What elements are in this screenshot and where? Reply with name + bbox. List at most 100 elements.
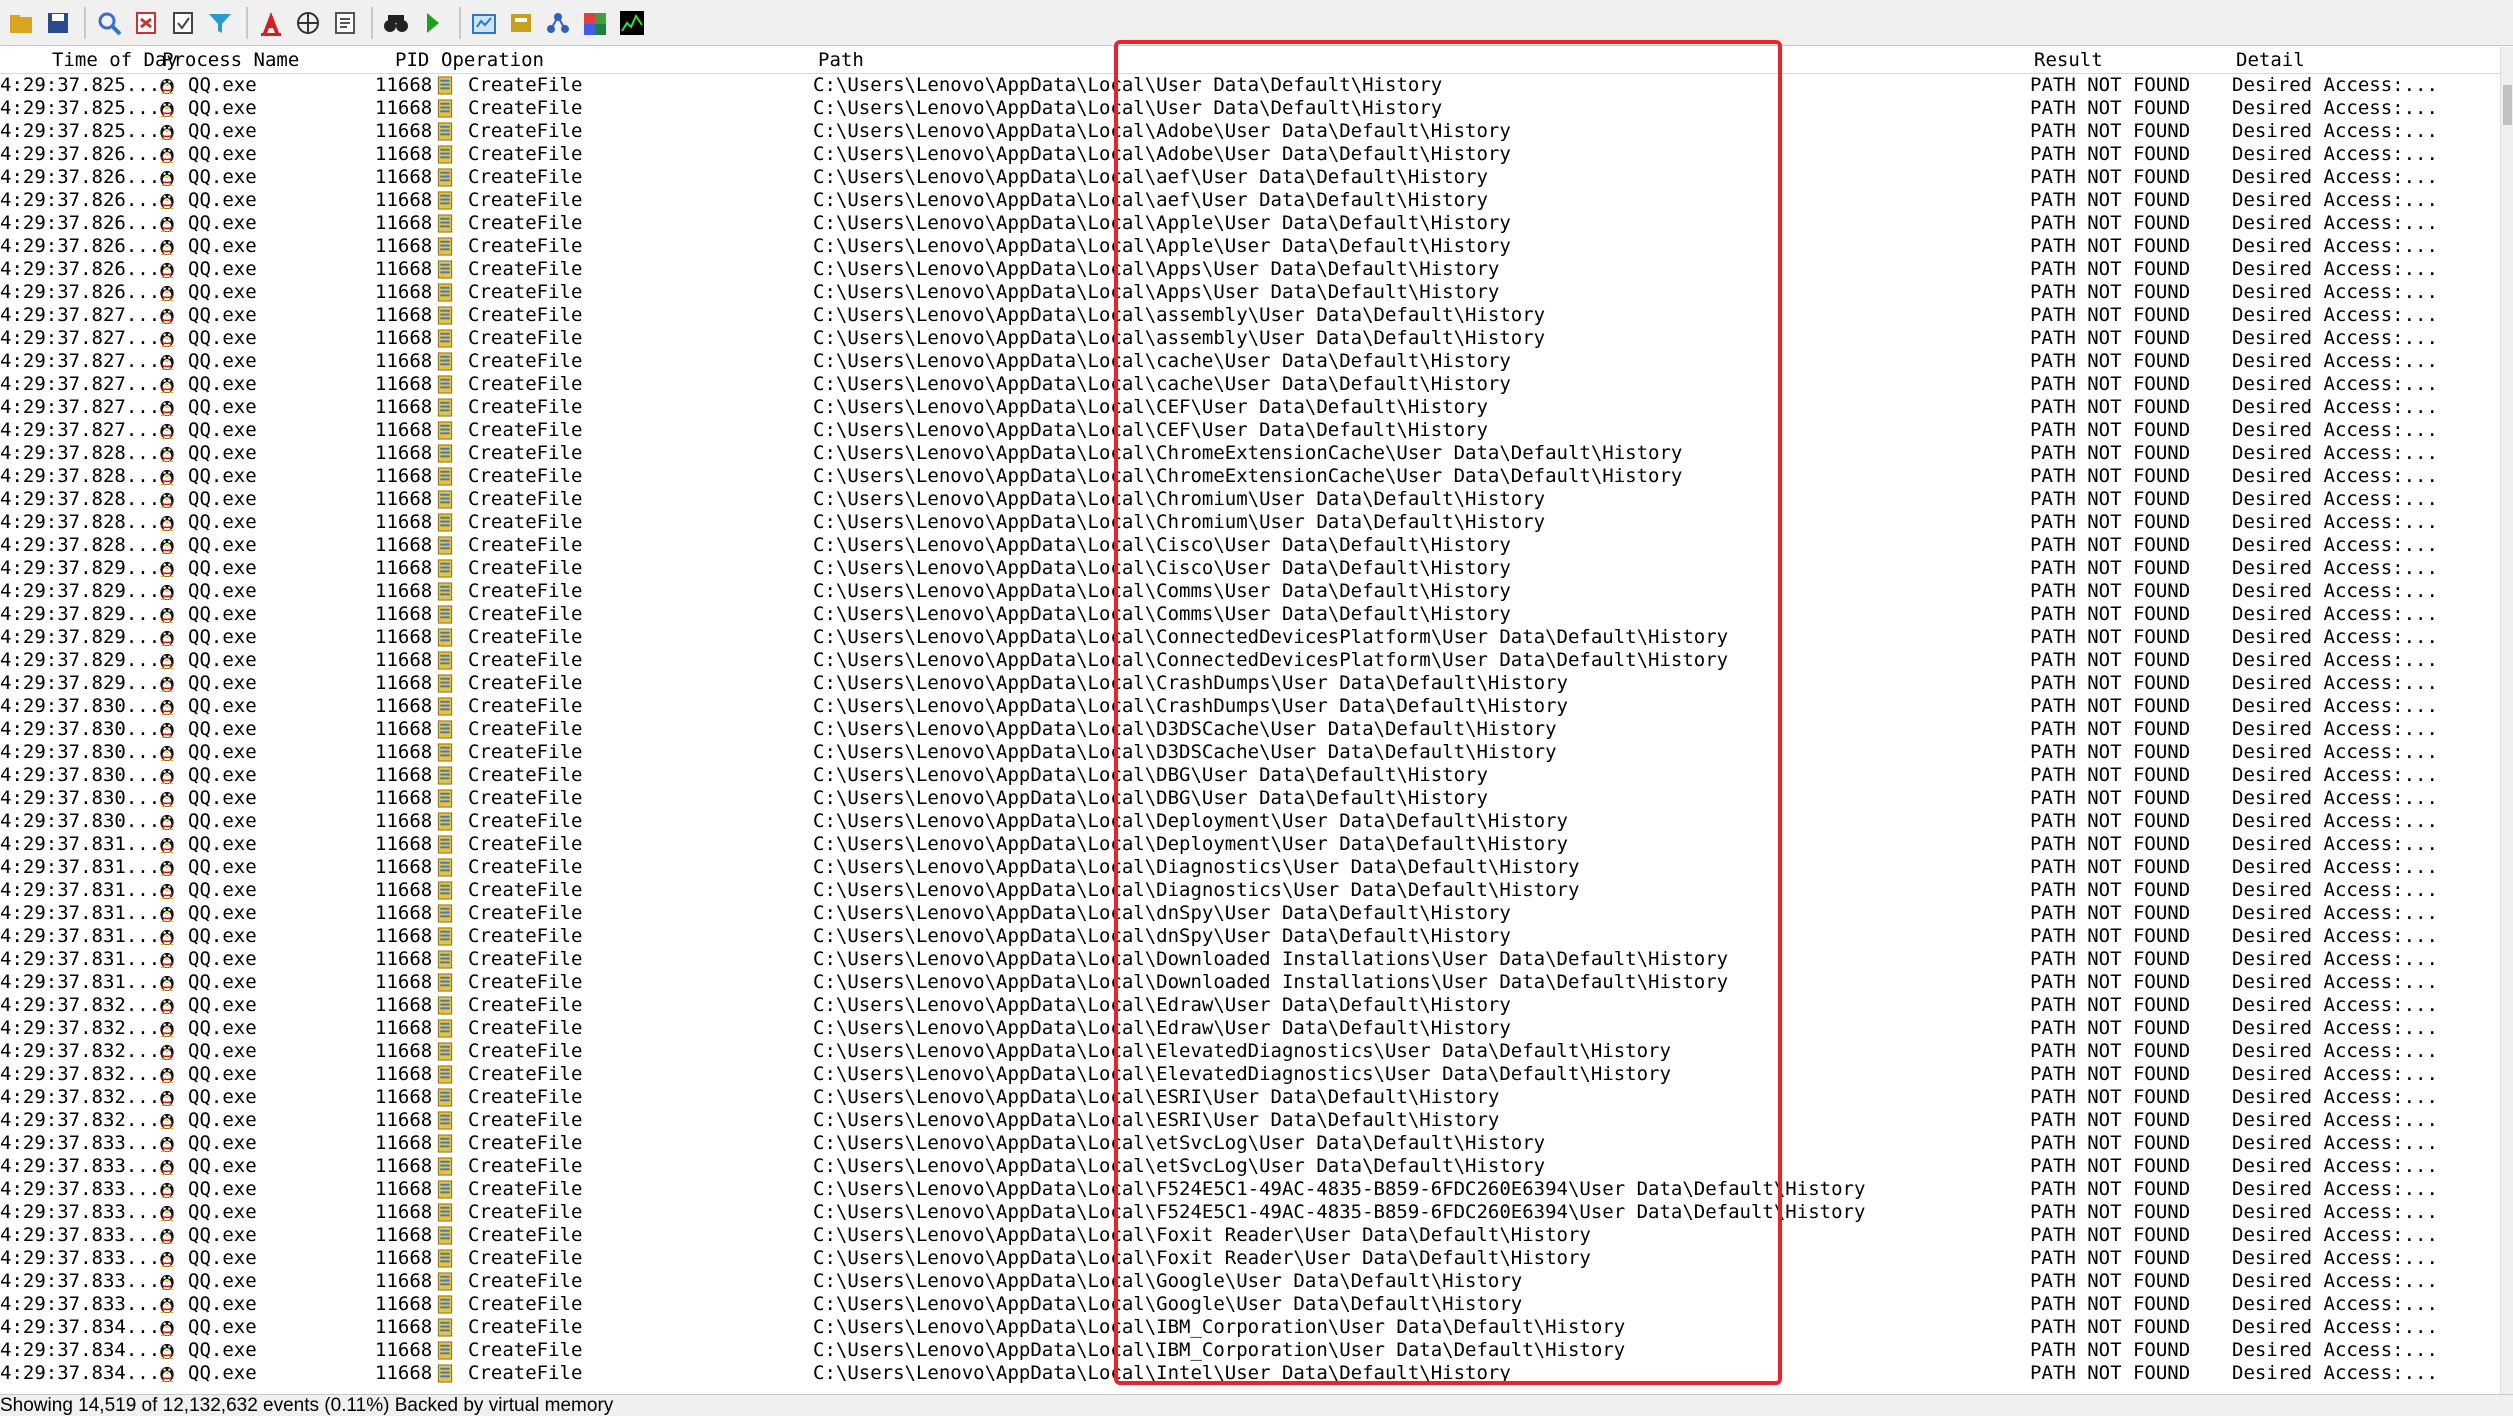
table-row[interactable]: 4:29:37.825... QQ.exe 11668 CreateFile C:\Us…: [0, 74, 2500, 97]
file-system-icon: [437, 996, 453, 1015]
table-row[interactable]: 4:29:37.831... QQ.exe 11668 CreateFile C:\Us…: [0, 833, 2500, 856]
network-button[interactable]: [291, 6, 325, 40]
highlight-button[interactable]: [254, 6, 288, 40]
table-row[interactable]: 4:29:37.829... QQ.exe 11668 CreateFile C:\Us…: [0, 672, 2500, 695]
scrollbar-thumb[interactable]: [2503, 85, 2512, 125]
table-row[interactable]: 4:29:37.827... QQ.exe 11668 CreateFile C:\Us…: [0, 373, 2500, 396]
table-row[interactable]: 4:29:37.826... QQ.exe 11668 CreateFile C:\Us…: [0, 166, 2500, 189]
table-row[interactable]: 4:29:37.828... QQ.exe 11668 CreateFile C:\Us…: [0, 534, 2500, 557]
table-row[interactable]: 4:29:37.833... QQ.exe 11668 CreateFile C:\Us…: [0, 1224, 2500, 1247]
table-row[interactable]: 4:29:37.832... QQ.exe 11668 CreateFile C:\Us…: [0, 994, 2500, 1017]
vertical-scrollbar[interactable]: [2500, 47, 2513, 1394]
jump-button[interactable]: [416, 6, 450, 40]
column-process-name[interactable]: Process Name: [162, 47, 299, 73]
table-row[interactable]: 4:29:37.826... QQ.exe 11668 CreateFile C:\Us…: [0, 212, 2500, 235]
table-row[interactable]: 4:29:37.827... QQ.exe 11668 CreateFile C:\Us…: [0, 419, 2500, 442]
table-row[interactable]: 4:29:37.828... QQ.exe 11668 CreateFile C:\Us…: [0, 488, 2500, 511]
table-row[interactable]: 4:29:37.832... QQ.exe 11668 CreateFile C:\Us…: [0, 1109, 2500, 1132]
table-row[interactable]: 4:29:37.833... QQ.exe 11668 CreateFile C:\Us…: [0, 1247, 2500, 1270]
table-row[interactable]: 4:29:37.829... QQ.exe 11668 CreateFile C:\Us…: [0, 557, 2500, 580]
table-row[interactable]: 4:29:37.831... QQ.exe 11668 CreateFile C:\Us…: [0, 948, 2500, 971]
table-row[interactable]: 4:29:37.828... QQ.exe 11668 CreateFile C:\Us…: [0, 442, 2500, 465]
pid-cell: 11668: [375, 1178, 433, 1200]
table-row[interactable]: 4:29:37.832... QQ.exe 11668 CreateFile C:\Us…: [0, 1017, 2500, 1040]
table-row[interactable]: 4:29:37.828... QQ.exe 11668 CreateFile C:\Us…: [0, 511, 2500, 534]
table-row[interactable]: 4:29:37.830... QQ.exe 11668 CreateFile C:\Us…: [0, 695, 2500, 718]
qq-penguin-icon: [160, 653, 174, 670]
table-row[interactable]: 4:29:37.828... QQ.exe 11668 CreateFile C:\Us…: [0, 465, 2500, 488]
event-list[interactable]: 4:29:37.825... QQ.exe 11668 CreateFile C:\Us…: [0, 74, 2500, 1394]
show-process-button[interactable]: [578, 6, 612, 40]
process-name-cell: QQ.exe: [188, 787, 257, 809]
qq-penguin-icon: [160, 354, 174, 371]
table-row[interactable]: 4:29:37.833... QQ.exe 11668 CreateFile C:\Us…: [0, 1293, 2500, 1316]
find-button[interactable]: [92, 6, 126, 40]
table-row[interactable]: 4:29:37.831... QQ.exe 11668 CreateFile C:\Us…: [0, 902, 2500, 925]
table-row[interactable]: 4:29:37.832... QQ.exe 11668 CreateFile C:\Us…: [0, 1063, 2500, 1086]
table-row[interactable]: 4:29:37.829... QQ.exe 11668 CreateFile C:\Us…: [0, 603, 2500, 626]
table-row[interactable]: 4:29:37.826... QQ.exe 11668 CreateFile C:\Us…: [0, 235, 2500, 258]
table-row[interactable]: 4:29:37.827... QQ.exe 11668 CreateFile C:\Us…: [0, 327, 2500, 350]
table-row[interactable]: 4:29:37.830... QQ.exe 11668 CreateFile C:\Us…: [0, 787, 2500, 810]
show-network-button[interactable]: [541, 6, 575, 40]
filter-button[interactable]: [203, 6, 237, 40]
operation-cell: CreateFile: [468, 672, 583, 694]
table-row[interactable]: 4:29:37.831... QQ.exe 11668 CreateFile C:\Us…: [0, 856, 2500, 879]
table-row[interactable]: 4:29:37.831... QQ.exe 11668 CreateFile C:\Us…: [0, 879, 2500, 902]
table-row[interactable]: 4:29:37.829... QQ.exe 11668 CreateFile C:\Us…: [0, 649, 2500, 672]
table-row[interactable]: 4:29:37.830... QQ.exe 11668 CreateFile C:\Us…: [0, 741, 2500, 764]
table-row[interactable]: 4:29:37.834... QQ.exe 11668 CreateFile C:\Us…: [0, 1316, 2500, 1339]
table-row[interactable]: 4:29:37.834... QQ.exe 11668 CreateFile C:\Us…: [0, 1362, 2500, 1385]
process-name-cell: QQ.exe: [188, 419, 257, 441]
path-cell: C:\Users\Lenovo\AppData\Local\etSvcLog\U…: [813, 1132, 1546, 1154]
table-row[interactable]: 4:29:37.833... QQ.exe 11668 CreateFile C:\Us…: [0, 1132, 2500, 1155]
column-time-of-day[interactable]: Time of Day: [52, 47, 178, 73]
column-result[interactable]: Result: [2034, 47, 2103, 73]
result-cell: PATH NOT FOUND: [2030, 718, 2191, 740]
binoculars-button[interactable]: [379, 6, 413, 40]
table-row[interactable]: 4:29:37.826... QQ.exe 11668 CreateFile C:\Us…: [0, 189, 2500, 212]
table-row[interactable]: 4:29:37.831... QQ.exe 11668 CreateFile C:\Us…: [0, 925, 2500, 948]
column-operation[interactable]: Operation: [441, 47, 544, 73]
table-row[interactable]: 4:29:37.833... QQ.exe 11668 CreateFile C:\Us…: [0, 1201, 2500, 1224]
properties-button[interactable]: [328, 6, 362, 40]
process-name-cell: QQ.exe: [188, 1155, 257, 1177]
table-row[interactable]: 4:29:37.830... QQ.exe 11668 CreateFile C:\Us…: [0, 810, 2500, 833]
column-path[interactable]: Path: [818, 47, 864, 73]
table-row[interactable]: 4:29:37.832... QQ.exe 11668 CreateFile C:\Us…: [0, 1086, 2500, 1109]
table-row[interactable]: 4:29:37.831... QQ.exe 11668 CreateFile C:\Us…: [0, 971, 2500, 994]
table-row[interactable]: 4:29:37.833... QQ.exe 11668 CreateFile C:\Us…: [0, 1178, 2500, 1201]
table-row[interactable]: 4:29:37.826... QQ.exe 11668 CreateFile C:\Us…: [0, 143, 2500, 166]
column-pid[interactable]: PID: [395, 47, 429, 73]
table-row[interactable]: 4:29:37.829... QQ.exe 11668 CreateFile C:\Us…: [0, 626, 2500, 649]
save-button[interactable]: [41, 6, 75, 40]
process-name-cell: QQ.exe: [188, 281, 257, 303]
table-row[interactable]: 4:29:37.827... QQ.exe 11668 CreateFile C:\Us…: [0, 350, 2500, 373]
autoscroll-button[interactable]: [166, 6, 200, 40]
show-registry-button[interactable]: [467, 6, 501, 40]
result-cell: PATH NOT FOUND: [2030, 534, 2191, 556]
table-row[interactable]: 4:29:37.830... QQ.exe 11668 CreateFile C:\Us…: [0, 718, 2500, 741]
pid-cell: 11668: [375, 1132, 433, 1154]
detail-cell: Desired Access:...: [2232, 97, 2438, 119]
table-row[interactable]: 4:29:37.833... QQ.exe 11668 CreateFile C:\Us…: [0, 1270, 2500, 1293]
table-row[interactable]: 4:29:37.832... QQ.exe 11668 CreateFile C:\Us…: [0, 1040, 2500, 1063]
path-cell: C:\Users\Lenovo\AppData\Local\cache\User…: [813, 350, 1511, 372]
table-row[interactable]: 4:29:37.830... QQ.exe 11668 CreateFile C:\Us…: [0, 764, 2500, 787]
open-button[interactable]: [4, 6, 38, 40]
result-cell: PATH NOT FOUND: [2030, 419, 2191, 441]
table-row[interactable]: 4:29:37.833... QQ.exe 11668 CreateFile C:\Us…: [0, 1155, 2500, 1178]
table-row[interactable]: 4:29:37.834... QQ.exe 11668 CreateFile C:\Us…: [0, 1339, 2500, 1362]
show-filesystem-button[interactable]: [504, 6, 538, 40]
table-row[interactable]: 4:29:37.826... QQ.exe 11668 CreateFile C:\Us…: [0, 281, 2500, 304]
table-row[interactable]: 4:29:37.829... QQ.exe 11668 CreateFile C:\Us…: [0, 580, 2500, 603]
table-row[interactable]: 4:29:37.827... QQ.exe 11668 CreateFile C:\Us…: [0, 304, 2500, 327]
show-profiling-button[interactable]: [615, 6, 649, 40]
column-detail[interactable]: Detail: [2236, 47, 2305, 73]
table-row[interactable]: 4:29:37.825... QQ.exe 11668 CreateFile C:\Us…: [0, 120, 2500, 143]
registry-button[interactable]: [129, 6, 163, 40]
table-row[interactable]: 4:29:37.825... QQ.exe 11668 CreateFile C:\Us…: [0, 97, 2500, 120]
qq-penguin-icon: [160, 1251, 174, 1268]
table-row[interactable]: 4:29:37.826... QQ.exe 11668 CreateFile C:\Us…: [0, 258, 2500, 281]
table-row[interactable]: 4:29:37.827... QQ.exe 11668 CreateFile C:\Us…: [0, 396, 2500, 419]
